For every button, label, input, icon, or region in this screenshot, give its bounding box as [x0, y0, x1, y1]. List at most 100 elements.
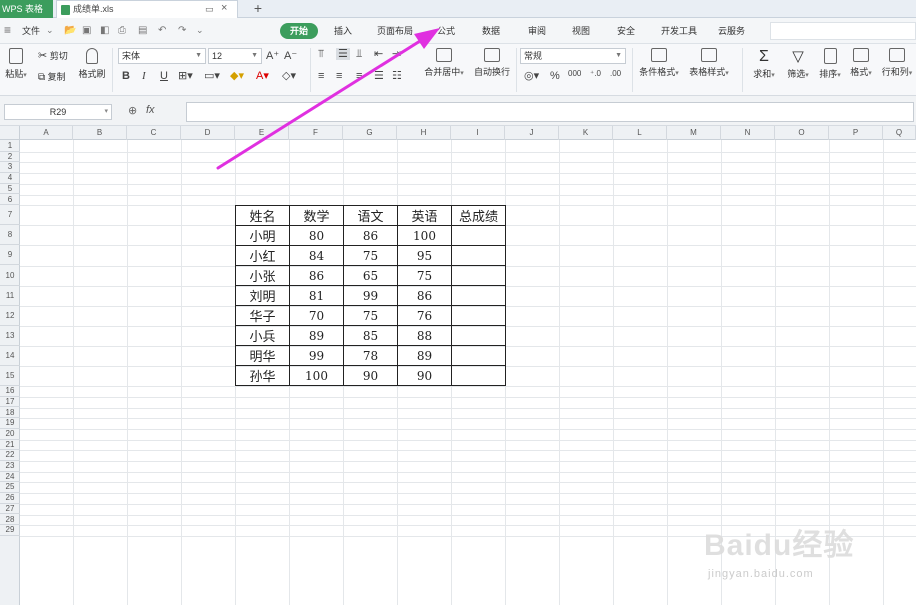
row-header-2[interactable]: 2 — [0, 152, 20, 163]
close-tab-icon[interactable]: × — [221, 2, 227, 14]
column-header-c[interactable]: C — [127, 126, 181, 140]
name-box[interactable]: R29 ▾ — [4, 104, 112, 120]
row-col-button[interactable]: 行和列▾ — [880, 48, 914, 78]
print-icon[interactable]: ⎙ — [118, 25, 126, 36]
fx-button[interactable]: fx — [146, 104, 155, 116]
name-cell[interactable]: 明华 — [235, 345, 290, 367]
total-cell[interactable] — [451, 345, 506, 367]
row-header-27[interactable]: 27 — [0, 504, 20, 515]
decrease-font-icon[interactable]: A⁻ — [284, 50, 297, 62]
row-header-5[interactable]: 5 — [0, 184, 20, 195]
fill-color-icon[interactable]: ◆▾ — [230, 70, 244, 82]
menu-lines-icon[interactable]: ≡ — [4, 23, 11, 37]
english-cell[interactable]: 88 — [397, 325, 452, 347]
name-cell[interactable]: 小兵 — [235, 325, 290, 347]
tab-page-layout[interactable]: 页面布局 — [377, 24, 413, 38]
header-cell[interactable]: 数学 — [289, 205, 344, 227]
search-box[interactable] — [770, 22, 916, 40]
chinese-cell[interactable]: 65 — [343, 265, 398, 287]
save-icon[interactable]: ▣ — [82, 25, 91, 36]
header-cell[interactable]: 英语 — [397, 205, 452, 227]
justify-icon[interactable]: ☰ — [374, 70, 384, 82]
row-header-16[interactable]: 16 — [0, 386, 20, 397]
name-cell[interactable]: 华子 — [235, 305, 290, 327]
tab-data[interactable]: 数据 — [482, 24, 500, 38]
align-left-icon[interactable]: ≡ — [318, 70, 324, 82]
name-cell[interactable]: 小张 — [235, 265, 290, 287]
tab-security[interactable]: 安全 — [617, 24, 635, 38]
column-header-g[interactable]: G — [343, 126, 397, 140]
row-header-3[interactable]: 3 — [0, 162, 20, 174]
name-cell[interactable]: 小红 — [235, 245, 290, 267]
undo-icon[interactable]: ↶ — [158, 25, 166, 36]
row-header-4[interactable]: 4 — [0, 173, 20, 184]
row-header-28[interactable]: 28 — [0, 515, 20, 526]
tab-formulas[interactable]: 公式 — [437, 24, 455, 38]
math-cell[interactable]: 80 — [289, 225, 344, 247]
format-button[interactable]: 格式▾ — [848, 48, 874, 78]
row-header-7[interactable]: 7 — [0, 205, 20, 226]
underline-button[interactable]: U — [160, 70, 168, 82]
math-cell[interactable]: 86 — [289, 265, 344, 287]
sort-button[interactable]: 排序▾ — [816, 48, 844, 80]
quick-access-more-icon[interactable]: ⌄ — [196, 25, 204, 36]
column-header-m[interactable]: M — [667, 126, 721, 140]
row-header-12[interactable]: 12 — [0, 306, 20, 326]
paste-button[interactable]: 粘贴▾ — [4, 48, 28, 80]
clear-format-icon[interactable]: ◇▾ — [282, 70, 296, 82]
total-cell[interactable] — [451, 325, 506, 347]
header-cell[interactable]: 语文 — [343, 205, 398, 227]
file-menu[interactable]: 文件 — [22, 24, 40, 38]
indent-increase-icon[interactable]: ⇥ — [392, 48, 401, 60]
column-header-n[interactable]: N — [721, 126, 775, 140]
cut-button[interactable]: ✂ 剪切 — [38, 49, 68, 62]
row-header-26[interactable]: 26 — [0, 493, 20, 504]
tab-review[interactable]: 审阅 — [528, 24, 546, 38]
wrap-text-button[interactable]: 自动换行 — [472, 48, 512, 78]
column-header-k[interactable]: K — [559, 126, 613, 140]
chinese-cell[interactable]: 85 — [343, 325, 398, 347]
chinese-cell[interactable]: 86 — [343, 225, 398, 247]
row-header-9[interactable]: 9 — [0, 245, 20, 266]
sum-button[interactable]: Σ 求和▾ — [750, 48, 778, 80]
zoom-search-icon[interactable]: ⊕ — [128, 104, 137, 117]
filter-button[interactable]: ▽ 筛选▾ — [784, 48, 812, 80]
english-cell[interactable]: 90 — [397, 365, 452, 387]
align-center-icon[interactable]: ≡ — [336, 70, 342, 82]
english-cell[interactable]: 86 — [397, 285, 452, 307]
column-header-f[interactable]: F — [289, 126, 343, 140]
math-cell[interactable]: 89 — [289, 325, 344, 347]
math-cell[interactable]: 99 — [289, 345, 344, 367]
row-header-1[interactable]: 1 — [0, 141, 20, 152]
formula-input[interactable] — [186, 102, 914, 122]
score-table[interactable]: 姓名 数学 语文 英语 总成绩 小明 80 86 100 小红 84 75 95 小张 86 65 75 刘明 81… — [235, 205, 506, 387]
total-cell[interactable] — [451, 245, 506, 267]
distributed-icon[interactable]: ☷ — [392, 70, 402, 82]
row-header-22[interactable]: 22 — [0, 450, 20, 461]
tab-home[interactable]: 开始 — [280, 23, 319, 39]
save-as-icon[interactable]: ◧ — [100, 25, 109, 36]
cell-style-icon[interactable]: ▭▾ — [204, 70, 220, 82]
column-header-p[interactable]: P — [829, 126, 883, 140]
math-cell[interactable]: 70 — [289, 305, 344, 327]
english-cell[interactable]: 95 — [397, 245, 452, 267]
column-header-j[interactable]: J — [505, 126, 559, 140]
english-cell[interactable]: 100 — [397, 225, 452, 247]
thousands-separator-icon[interactable]: 000 — [568, 68, 581, 80]
format-painter-button[interactable]: 格式刷 — [78, 48, 106, 80]
row-header-29[interactable]: 29 — [0, 525, 20, 536]
italic-button[interactable]: I — [142, 70, 146, 82]
row-header-20[interactable]: 20 — [0, 429, 20, 440]
total-cell[interactable] — [451, 365, 506, 387]
chinese-cell[interactable]: 75 — [343, 245, 398, 267]
file-tab[interactable]: 成绩单.xls ▭ × — [56, 0, 238, 18]
math-cell[interactable]: 84 — [289, 245, 344, 267]
column-header-b[interactable]: B — [73, 126, 127, 140]
math-cell[interactable]: 100 — [289, 365, 344, 387]
merge-center-button[interactable]: 合并居中▾ — [418, 48, 470, 78]
align-right-icon[interactable]: ≡ — [356, 70, 362, 82]
decrease-decimal-icon[interactable]: .00 — [610, 68, 621, 80]
header-cell[interactable]: 姓名 — [235, 205, 290, 227]
bold-button[interactable]: B — [122, 70, 130, 82]
increase-decimal-icon[interactable]: ⁺.0 — [590, 68, 601, 80]
